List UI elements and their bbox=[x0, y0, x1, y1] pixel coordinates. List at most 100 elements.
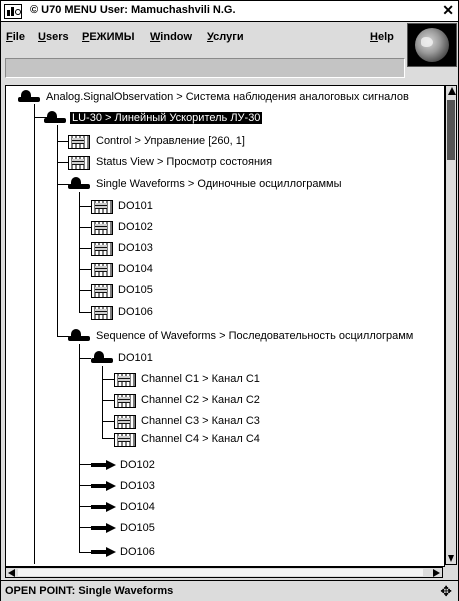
tree-line bbox=[102, 438, 114, 439]
tree-node-root[interactable]: Analog.SignalObservation > Система наблю… bbox=[18, 88, 442, 108]
tree-node-seq-do105[interactable]: DO105 bbox=[91, 519, 191, 539]
tree-line bbox=[79, 192, 80, 312]
tree-node-label: DO106 bbox=[120, 546, 155, 558]
arrow-icon bbox=[91, 547, 117, 557]
tree-line bbox=[79, 227, 91, 228]
tree-node-single-do104[interactable]: DO104 bbox=[91, 260, 191, 280]
tree-line bbox=[79, 527, 91, 528]
tree-line bbox=[102, 366, 103, 438]
scroll-down-icon[interactable] bbox=[448, 555, 454, 562]
tree-node-lu30[interactable]: LU-30 > Линейный Ускоритель ЛУ-30 bbox=[44, 109, 344, 129]
panel-icon bbox=[91, 263, 113, 277]
module-icon bbox=[68, 329, 90, 342]
tree-panel: Analog.SignalObservation > Система наблю… bbox=[5, 85, 445, 567]
menu-help[interactable]: Help bbox=[370, 31, 394, 43]
tree-node-single-do103[interactable]: DO103 bbox=[91, 239, 191, 259]
tree-line bbox=[34, 104, 35, 564]
vertical-scrollbar[interactable] bbox=[445, 85, 457, 565]
tree-node-label: DO102 bbox=[120, 459, 155, 471]
status-text: OPEN POINT: Single Waveforms bbox=[5, 585, 174, 597]
tree-node-seq-do104[interactable]: DO104 bbox=[91, 498, 191, 518]
tree-node-channel-c3[interactable]: Channel C3 > Канал C3 bbox=[114, 412, 314, 432]
panel-icon bbox=[68, 156, 90, 170]
menu-file[interactable]: File bbox=[6, 31, 25, 43]
tree-node-label: DO106 bbox=[118, 306, 153, 318]
tree-node-label: DO101 bbox=[118, 200, 153, 212]
tree-node-label: DO103 bbox=[120, 480, 155, 492]
tree-line bbox=[79, 269, 91, 270]
arrow-icon bbox=[91, 460, 117, 470]
panel-icon bbox=[91, 284, 113, 298]
tree-line bbox=[79, 290, 91, 291]
tree-node-channel-c2[interactable]: Channel C2 > Канал C2 bbox=[114, 391, 314, 411]
tree-line bbox=[79, 552, 91, 553]
menu-window[interactable]: Window bbox=[150, 31, 192, 43]
scroll-thumb[interactable] bbox=[447, 100, 455, 160]
arrow-icon bbox=[91, 523, 117, 533]
tree-line bbox=[79, 485, 91, 486]
window-title: © U70 MENU User: Mamuchashvili N.G. bbox=[30, 4, 236, 16]
tree-node-seq-do101[interactable]: DO101 bbox=[91, 349, 191, 369]
move-cursor-icon: ✥ bbox=[440, 583, 452, 599]
tree-node-seq-do106[interactable]: DO106 bbox=[91, 543, 191, 563]
tree-node-label: DO104 bbox=[120, 501, 155, 513]
arrow-icon bbox=[91, 481, 117, 491]
panel-icon bbox=[114, 394, 136, 408]
panel-icon bbox=[114, 415, 136, 429]
tree-node-single-do102[interactable]: DO102 bbox=[91, 218, 191, 238]
tree-node-channel-c1[interactable]: Channel C1 > Канал C1 bbox=[114, 370, 314, 390]
panel-icon bbox=[91, 242, 113, 256]
tree-node-label: DO105 bbox=[120, 522, 155, 534]
tree-node-label: Control > Управление [260, 1] bbox=[96, 135, 245, 147]
tree-node-sequence[interactable]: Sequence of Waveforms > Последовательнос… bbox=[68, 327, 442, 347]
window-menu-icon[interactable] bbox=[4, 4, 22, 19]
tree-node-single-do101[interactable]: DO101 bbox=[91, 197, 191, 217]
title-bar[interactable]: © U70 MENU User: Mamuchashvili N.G. ✕ bbox=[1, 1, 458, 22]
panel-icon bbox=[114, 373, 136, 387]
tree-node-label: DO102 bbox=[118, 221, 153, 233]
tree-node-single-do106[interactable]: DO106 bbox=[91, 303, 191, 323]
tree-node-seq-do103[interactable]: DO103 bbox=[91, 477, 191, 497]
tree-node-control[interactable]: Control > Управление [260, 1] bbox=[68, 132, 368, 152]
menu-modes[interactable]: РЕЖИМЫ bbox=[82, 31, 134, 43]
status-bar: OPEN POINT: Single Waveforms ✥ bbox=[1, 580, 458, 601]
panel-icon bbox=[68, 135, 90, 149]
scroll-right-icon[interactable] bbox=[433, 569, 440, 577]
scroll-left-icon[interactable] bbox=[8, 569, 15, 577]
tree-node-status-view[interactable]: Status View > Просмотр состояния bbox=[68, 153, 368, 173]
tree-line bbox=[57, 125, 58, 337]
tree-node-label: DO101 bbox=[118, 352, 153, 364]
module-icon bbox=[18, 90, 40, 103]
tree-line bbox=[102, 379, 114, 380]
scroll-up-icon[interactable] bbox=[448, 87, 456, 95]
panel-icon bbox=[91, 306, 113, 320]
tree-node-label: Single Waveforms > Одиночные осциллограм… bbox=[96, 178, 342, 190]
tree-line bbox=[79, 248, 91, 249]
scroll-track[interactable] bbox=[18, 569, 423, 576]
menu-bar: File Users РЕЖИМЫ Window Услуги Help bbox=[1, 22, 405, 55]
tree-line bbox=[79, 206, 91, 207]
tree-line bbox=[79, 312, 91, 313]
tree-node-single-do105[interactable]: DO105 bbox=[91, 281, 191, 301]
module-icon bbox=[44, 111, 66, 124]
tree-node-channel-c4[interactable]: Channel C4 > Канал C4 bbox=[114, 430, 314, 450]
tree-node-label: Channel C3 > Канал C3 bbox=[141, 415, 260, 427]
tree-node-seq-do102[interactable]: DO102 bbox=[91, 456, 191, 476]
command-strip[interactable] bbox=[5, 58, 405, 78]
close-icon[interactable]: ✕ bbox=[442, 2, 454, 19]
tree-line bbox=[102, 400, 114, 401]
panel-icon bbox=[91, 221, 113, 235]
main-window: © U70 MENU User: Mamuchashvili N.G. ✕ Fi… bbox=[0, 0, 459, 601]
globe-icon bbox=[407, 23, 457, 67]
tree-line bbox=[102, 421, 114, 422]
tree-node-label: Sequence of Waveforms > Последовательнос… bbox=[96, 330, 414, 342]
horizontal-scrollbar[interactable] bbox=[5, 567, 443, 578]
tree-line bbox=[79, 464, 91, 465]
tree-node-single-waveforms[interactable]: Single Waveforms > Одиночные осциллограм… bbox=[68, 175, 388, 195]
tree-node-label: Status View > Просмотр состояния bbox=[96, 156, 273, 168]
menu-users[interactable]: Users bbox=[38, 31, 69, 43]
menu-services[interactable]: Услуги bbox=[207, 31, 244, 43]
arrow-icon bbox=[91, 502, 117, 512]
tree-line bbox=[79, 506, 91, 507]
tree-line bbox=[79, 344, 80, 552]
